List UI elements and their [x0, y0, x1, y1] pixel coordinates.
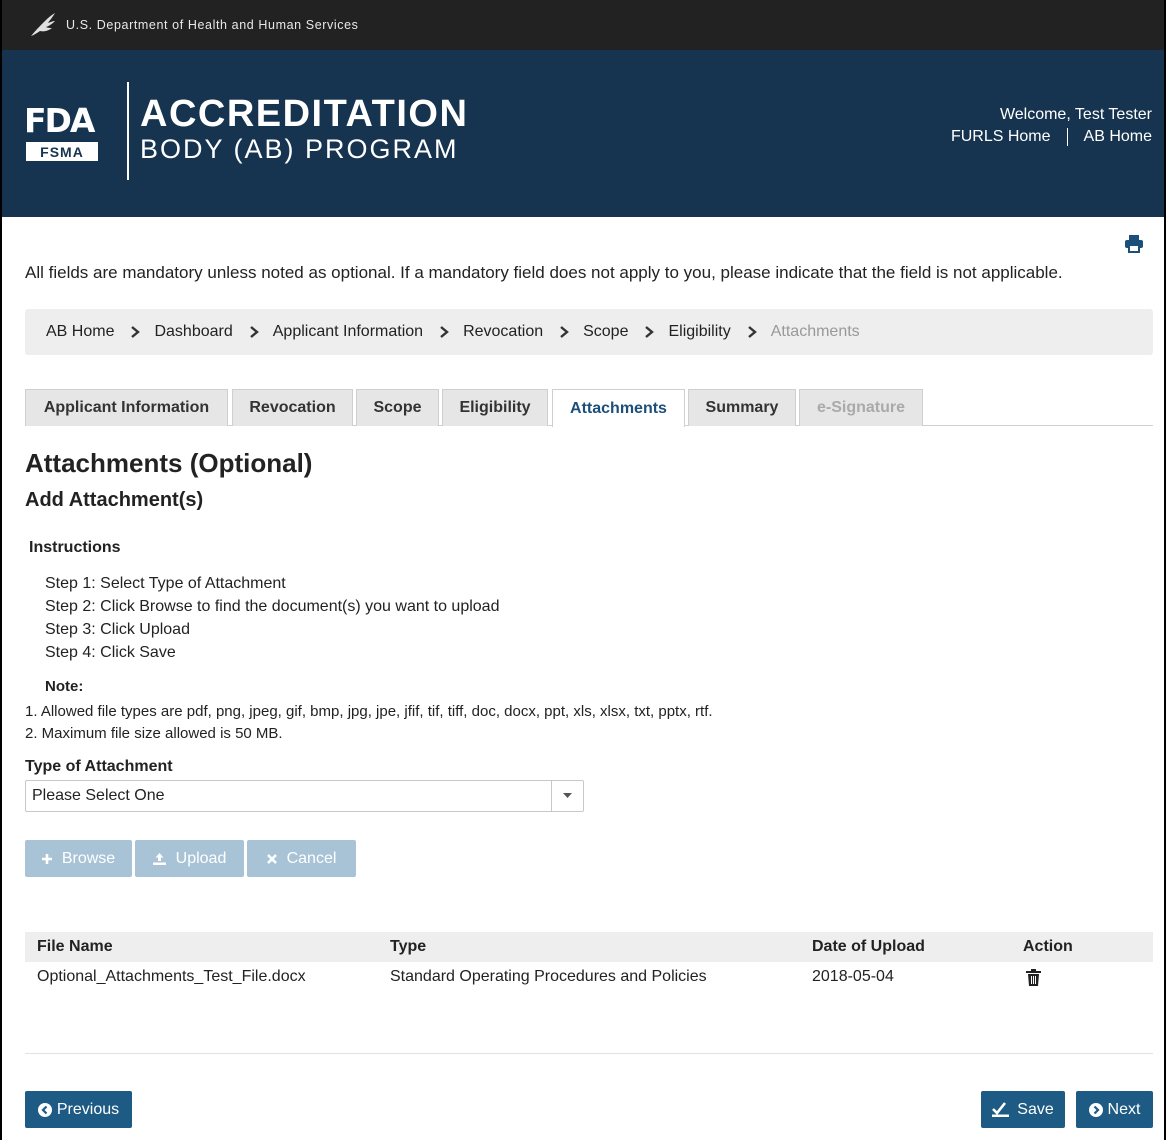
table-row: Optional_Attachments_Test_File.docx Stan… [25, 962, 1153, 994]
next-label: Next [1107, 1100, 1141, 1118]
upload-icon [152, 852, 166, 865]
cell-type: Standard Operating Procedures and Polici… [390, 968, 707, 985]
breadcrumb-eligibility[interactable]: Eligibility [668, 323, 730, 341]
step-4: Step 4: Click Save [45, 644, 176, 661]
instruction-steps: Step 1: Select Type of Attachment Step 2… [45, 572, 499, 664]
table-header: File Name Type Date of Upload Action [25, 932, 1153, 962]
chevron-right-icon [747, 326, 757, 338]
svg-text:FDA: FDA [24, 102, 96, 140]
tab-revocation[interactable]: Revocation [232, 389, 353, 426]
hhs-top-bar: U.S. Department of Health and Human Serv… [0, 0, 1166, 50]
breadcrumb-attachments: Attachments [770, 323, 860, 340]
mandatory-fields-notice: All fields are mandatory unless noted as… [25, 263, 1063, 282]
cancel-label: Cancel [286, 849, 337, 867]
cell-file-name: Optional_Attachments_Test_File.docx [37, 968, 306, 985]
tab-attachments[interactable]: Attachments [552, 389, 685, 427]
previous-label: Previous [56, 1100, 120, 1118]
cell-date: 2018-05-04 [812, 968, 894, 985]
section-title: Add Attachment(s) [25, 489, 204, 511]
attachment-type-value: Please Select One [32, 787, 165, 804]
save-label: Save [1017, 1100, 1054, 1118]
program-header: FDA FSMA ACCREDITATION BODY (AB) PROGRAM… [0, 50, 1166, 217]
close-icon [266, 853, 277, 864]
agency-name: U.S. Department of Health and Human Serv… [66, 18, 359, 32]
breadcrumb-revocation[interactable]: Revocation [463, 323, 543, 341]
attachment-type-select[interactable]: Please Select One [25, 780, 584, 812]
browse-button[interactable]: Browse [25, 840, 132, 877]
ab-home-link[interactable]: AB Home [1084, 128, 1152, 146]
chevron-right-icon [560, 326, 569, 338]
header-date-of-upload: Date of Upload [812, 938, 925, 955]
tab-e-signature: e-Signature [799, 389, 923, 426]
browse-label: Browse [61, 849, 116, 867]
attachment-type-label: Type of Attachment [25, 758, 173, 775]
tab-eligibility[interactable]: Eligibility [442, 389, 548, 426]
save-button[interactable]: Save [981, 1091, 1065, 1128]
header-links: FURLS Home AB Home [951, 128, 1152, 146]
chevron-right-icon [249, 326, 259, 338]
note-max-size: 2. Maximum file size allowed is 50 MB. [25, 725, 283, 742]
breadcrumb-dashboard[interactable]: Dashboard [154, 323, 232, 341]
page-title: Attachments (Optional) [25, 448, 313, 478]
note-file-types: 1. Allowed file types are pdf, png, jpeg… [25, 703, 713, 720]
tab-applicant-information[interactable]: Applicant Information [25, 389, 228, 426]
tab-summary[interactable]: Summary [688, 389, 796, 426]
circle-chevron-right-icon [1088, 1102, 1103, 1117]
previous-button[interactable]: Previous [25, 1091, 132, 1128]
trash-icon[interactable] [1026, 969, 1041, 986]
hhs-eagle-icon [31, 13, 55, 36]
notes: 1. Allowed file types are pdf, png, jpeg… [25, 701, 713, 745]
breadcrumb-applicant-information[interactable]: Applicant Information [273, 323, 423, 341]
header-divider [127, 82, 129, 180]
program-subtitle: BODY (AB) PROGRAM [140, 134, 459, 164]
upload-label: Upload [175, 849, 227, 867]
chevron-right-icon [131, 326, 141, 338]
link-separator [1066, 128, 1068, 146]
tab-scope[interactable]: Scope [356, 389, 439, 426]
circle-chevron-left-icon [37, 1102, 52, 1117]
program-title: ACCREDITATION [140, 93, 469, 135]
note-title: Note: [45, 678, 84, 695]
attachments-table: File Name Type Date of Upload Action Opt… [25, 932, 1153, 994]
svg-text:FSMA: FSMA [40, 144, 84, 160]
header-type: Type [390, 938, 427, 955]
instructions-title: Instructions [29, 539, 121, 556]
step-1: Step 1: Select Type of Attachment [45, 575, 286, 592]
breadcrumb-ab-home[interactable]: AB Home [46, 323, 114, 341]
wizard-tabs: Applicant Information Revocation Scope E… [25, 389, 1153, 427]
header-action: Action [1023, 938, 1073, 955]
footer-divider [25, 1053, 1153, 1054]
breadcrumb-scope[interactable]: Scope [583, 323, 628, 341]
step-3: Step 3: Click Upload [45, 621, 190, 638]
plus-icon [41, 853, 52, 864]
breadcrumb: AB Home Dashboard Applicant Information … [25, 309, 1153, 355]
print-icon[interactable] [1124, 235, 1144, 253]
select-arrow[interactable] [551, 781, 583, 811]
check-save-icon [992, 1102, 1010, 1117]
chevron-right-icon [440, 326, 449, 338]
next-button[interactable]: Next [1076, 1091, 1153, 1128]
upload-button[interactable]: Upload [135, 840, 244, 877]
header-file-name: File Name [37, 938, 113, 955]
furls-home-link[interactable]: FURLS Home [951, 128, 1051, 146]
fda-fsma-logo: FDA FSMA [24, 102, 98, 161]
welcome-text: Welcome, Test Tester [999, 106, 1152, 123]
caret-down-icon [563, 793, 572, 798]
cancel-button[interactable]: Cancel [247, 840, 356, 877]
step-2: Step 2: Click Browse to find the documen… [45, 598, 500, 615]
chevron-right-icon [645, 326, 655, 338]
